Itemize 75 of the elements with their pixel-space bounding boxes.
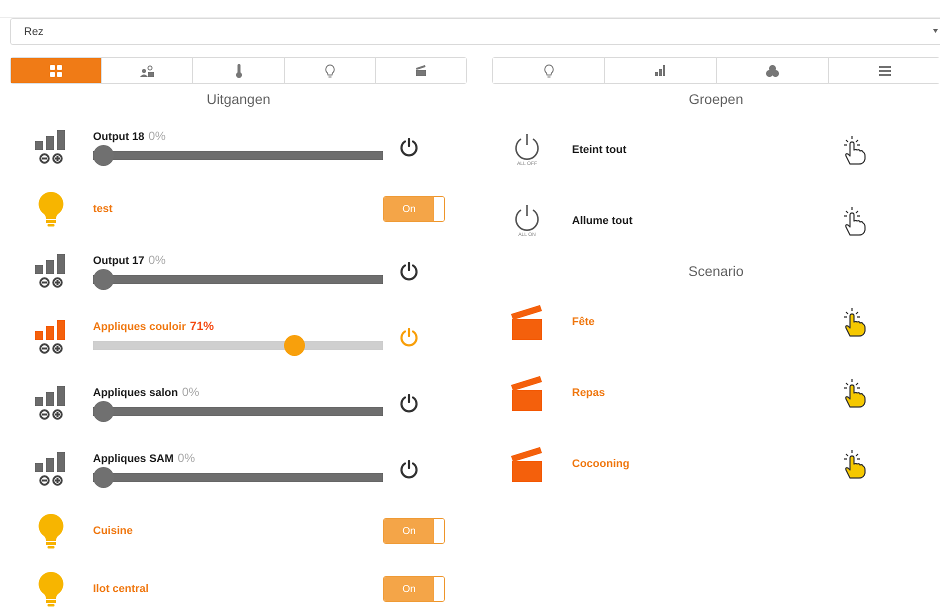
plus-button[interactable] [52,277,62,288]
caret-icon [933,29,938,33]
power-icon [512,204,542,232]
plus-button[interactable] [52,475,62,486]
output-name: Output 18 [93,130,144,142]
light-bulb-icon [36,191,64,227]
signal-bars-icon [34,320,66,340]
clapperboard-icon [510,374,544,410]
clapperboard-icon [510,446,544,482]
section-title: Uitgangen [206,90,272,109]
output-name: test [93,203,114,215]
power-icon[interactable] [399,393,419,413]
activate-button[interactable] [842,306,868,338]
category-tab[interactable] [374,58,466,83]
slider-thumb[interactable] [93,268,114,290]
section-title: Scenario [687,262,745,281]
output-level: 71% [190,318,214,332]
signal-bars-icon [34,452,66,472]
plus-button[interactable] [52,409,62,420]
power-icon[interactable] [399,261,419,281]
category-tab[interactable] [11,58,102,83]
signal-bars-icon [34,254,66,274]
activate-button[interactable] [842,134,868,166]
output-name: Output 17 [93,254,144,266]
power-icon[interactable] [399,459,419,479]
people-icon [140,64,154,76]
list-icon [878,66,890,76]
output-name: Ilot central [93,583,150,595]
minus-button[interactable] [38,277,50,288]
output-name: Cuisine [93,525,134,537]
light-bulb-icon [36,513,64,549]
minus-button[interactable] [38,409,50,420]
clapperboard-icon [414,65,427,76]
slider-thumb[interactable] [284,334,305,356]
minus-button[interactable] [38,475,50,486]
activate-button[interactable] [842,204,868,236]
thermometer-icon [234,64,242,78]
bulb-icon [542,64,554,78]
output-name: Appliques SAM [93,452,174,464]
floor-select[interactable]: Rez [10,18,940,45]
scenario-name: Repas [572,386,606,398]
signal-bars-icon [34,386,66,406]
category-tab[interactable] [828,58,940,83]
output-name: Appliques couloir [93,320,186,332]
activate-button[interactable] [842,448,868,480]
scenario-name: Fête [572,316,596,328]
output-level: 0% [148,128,166,142]
slider-thumb[interactable] [93,400,114,422]
toggle-switch[interactable]: On [383,576,445,602]
clapperboard-icon [510,304,544,340]
minus-button[interactable] [38,343,50,354]
activate-button[interactable] [842,376,868,408]
output-level: 0% [182,384,200,398]
section-title: Groepen [688,90,744,109]
signal-bars-icon [655,65,666,76]
slider-thumb[interactable] [93,466,114,488]
group-name: Allume tout [572,214,634,226]
circles-icon [766,64,779,76]
light-bulb-icon [36,571,64,607]
scenario-name: Cocooning [572,458,630,470]
slider-thumb[interactable] [93,144,114,166]
toggle-switch[interactable]: On [383,196,445,222]
plus-button[interactable] [52,153,62,164]
output-level: 0% [178,450,196,464]
plus-button[interactable] [52,343,62,354]
output-level: 0% [148,252,166,266]
power-icon[interactable] [399,137,419,157]
group-name: Eteint tout [572,144,628,156]
minus-button[interactable] [38,153,50,164]
bulb-icon [324,64,336,78]
grid-icon [50,64,62,76]
power-icon [512,132,542,160]
output-name: Appliques salon [93,386,178,398]
toggle-switch[interactable]: On [383,518,445,544]
signal-bars-icon [34,130,66,150]
